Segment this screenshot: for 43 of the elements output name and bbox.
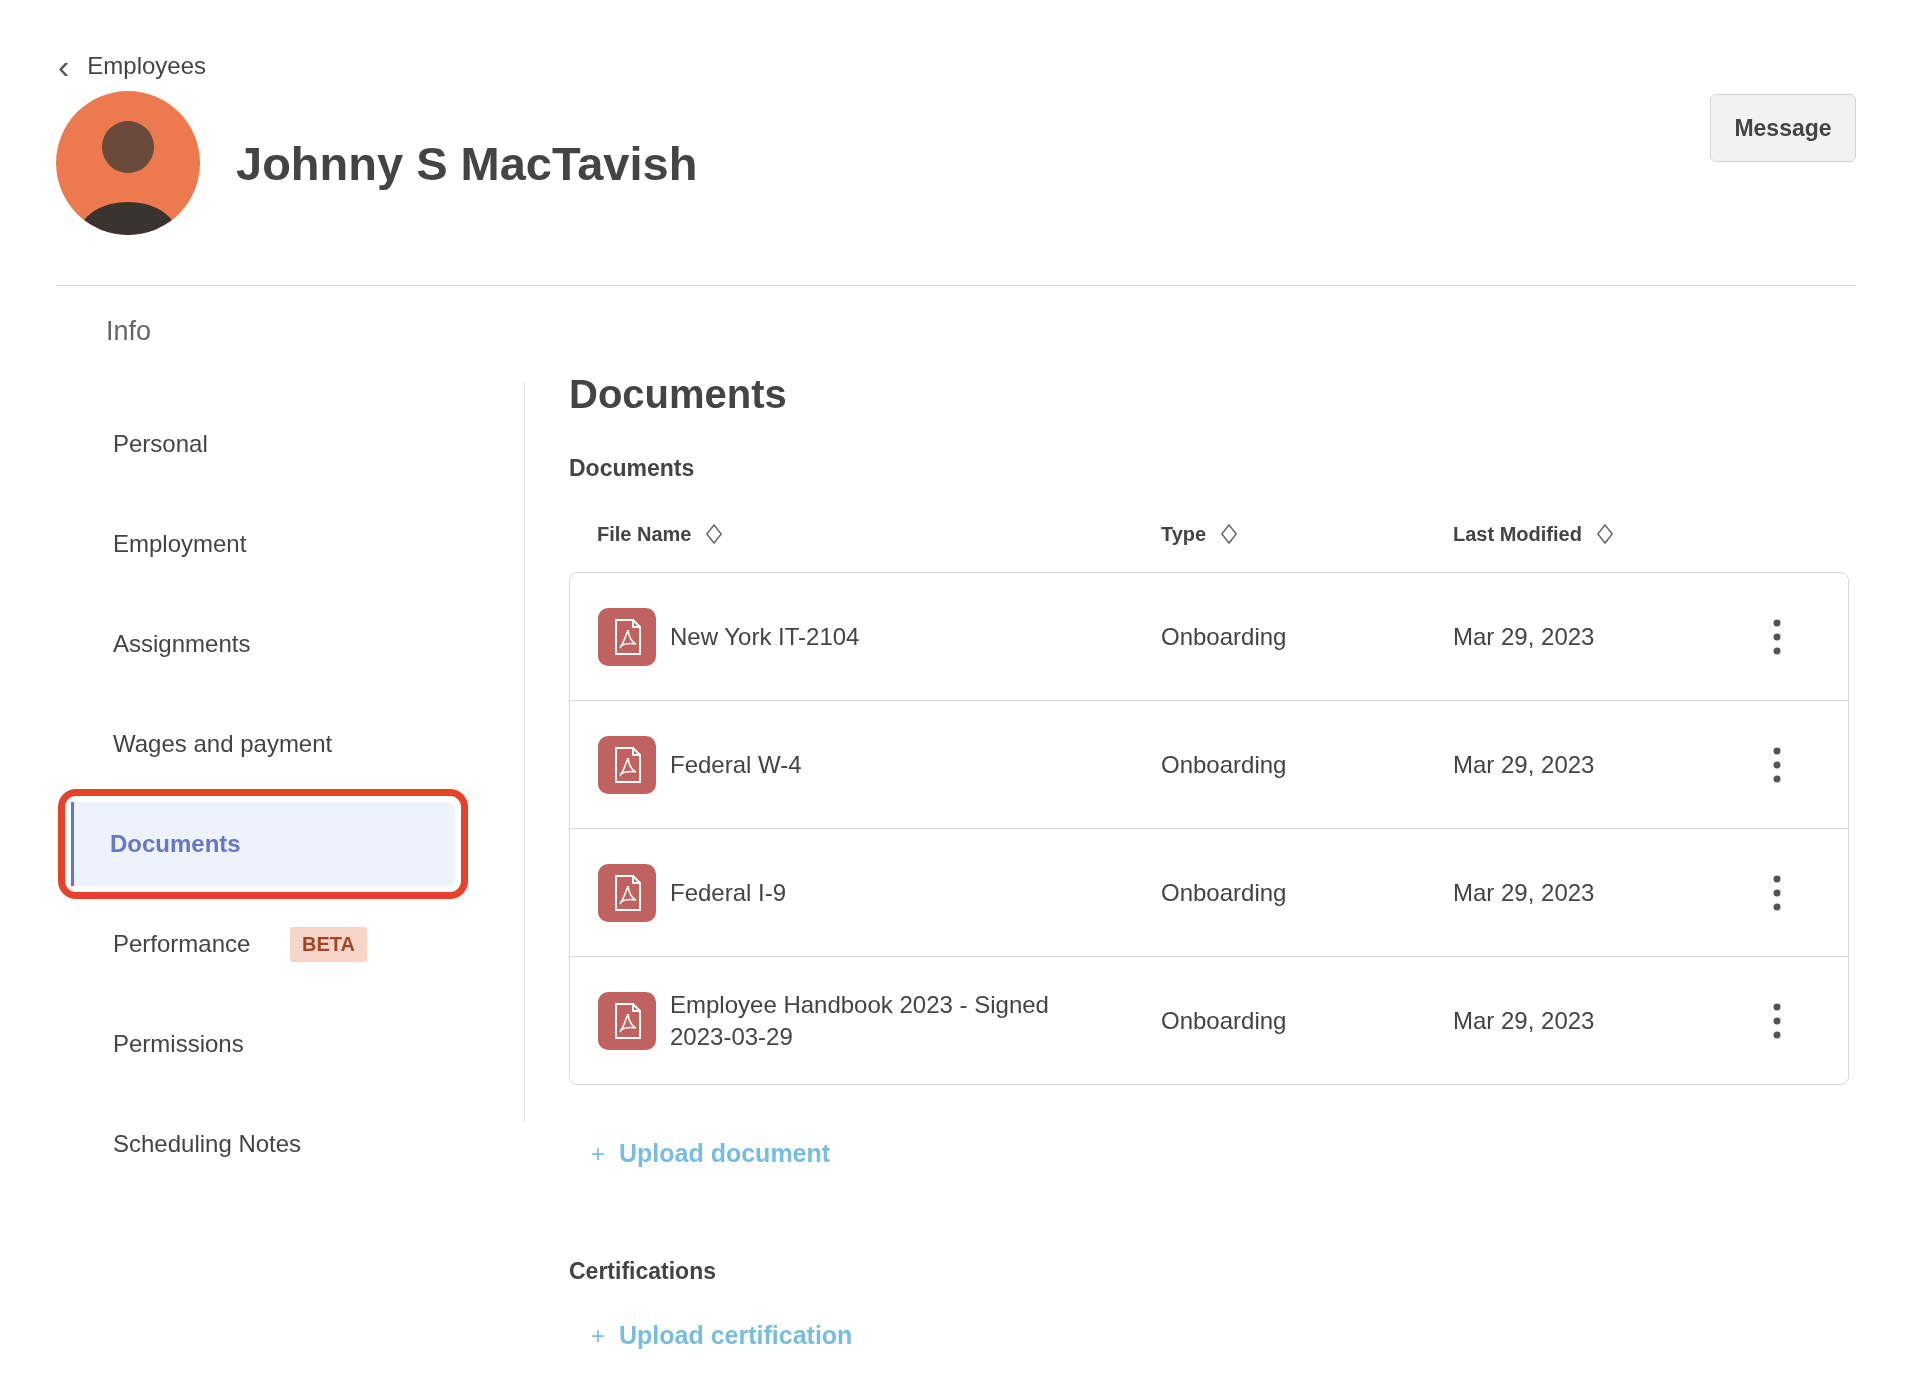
sidebar-heading: Info	[106, 316, 152, 347]
back-link[interactable]: Employees	[87, 52, 207, 80]
sort-icon[interactable]	[1595, 523, 1614, 545]
sidebar-item[interactable]: Employment	[58, 494, 290, 594]
message-button[interactable]: Message	[1710, 94, 1856, 162]
employee-name: Johnny S MacTavish	[236, 135, 699, 191]
sidebar-item[interactable]: Documents	[71, 802, 455, 886]
section-heading: Documents	[569, 455, 696, 482]
more-options-icon[interactable]	[1773, 618, 1781, 655]
more-options-icon[interactable]	[1773, 874, 1781, 911]
file-name[interactable]: Employee Handbook 2023 - Signed 2023-03-29	[670, 988, 1100, 1053]
column-header[interactable]: Type	[1161, 522, 1207, 546]
file-name[interactable]: Federal W-4	[670, 748, 1100, 781]
pdf-file-icon	[598, 735, 656, 794]
table-cell-text: Onboarding	[1161, 878, 1288, 907]
sidebar-item[interactable]: Assignments	[58, 594, 290, 694]
table-cell-text: Onboarding	[1161, 1006, 1288, 1035]
pdf-file-icon	[598, 607, 656, 666]
sidebar-item[interactable]: Performance	[58, 894, 290, 994]
more-options-icon[interactable]	[1773, 746, 1781, 783]
back-chevron-icon[interactable]: ‹	[56, 49, 70, 83]
sidebar-item[interactable]: Wages and payment	[58, 694, 333, 794]
more-options-icon[interactable]	[1773, 1002, 1781, 1039]
beta-badge: BETA	[290, 926, 367, 962]
table-cell-text: Mar 29, 2023	[1453, 750, 1596, 779]
file-name[interactable]: Federal I-9	[670, 876, 1100, 909]
table-cell-text: Mar 29, 2023	[1453, 878, 1596, 907]
page-title: Documents	[569, 372, 788, 417]
file-name[interactable]: New York IT-2104	[670, 620, 1100, 653]
pdf-file-icon	[598, 863, 656, 922]
column-header[interactable]: File Name	[597, 522, 692, 546]
sort-icon[interactable]	[705, 523, 724, 545]
column-header[interactable]: Last Modified	[1453, 522, 1582, 546]
pdf-file-icon	[598, 991, 656, 1050]
table-cell-text: Onboarding	[1161, 750, 1288, 779]
sidebar-item[interactable]: Permissions	[58, 994, 290, 1094]
table-cell-text: Mar 29, 2023	[1453, 622, 1596, 651]
section-heading: Certifications	[569, 1258, 717, 1285]
sort-icon[interactable]	[1220, 523, 1239, 545]
table-cell-text: Onboarding	[1161, 622, 1288, 651]
table-cell-text: Mar 29, 2023	[1453, 1006, 1596, 1035]
sidebar-item[interactable]: Scheduling Notes	[58, 1094, 302, 1194]
sidebar-item[interactable]: Personal	[58, 394, 290, 494]
